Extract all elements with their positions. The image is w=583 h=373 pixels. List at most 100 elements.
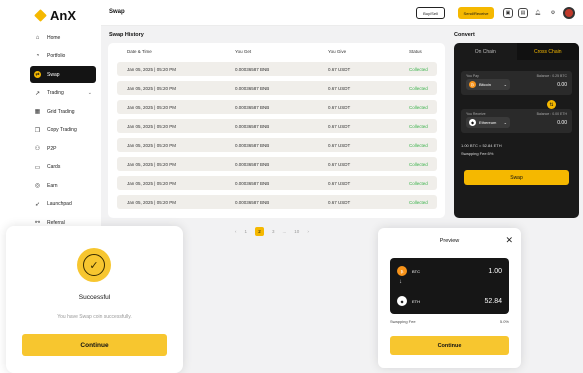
sidebar-item-label: Portfolio	[47, 53, 66, 59]
exchange-rate: 1.00 BTC = 52.84 ETH	[461, 143, 502, 148]
swap-history-title: Swap History	[109, 32, 144, 38]
success-continue-button[interactable]: Continue	[22, 334, 167, 356]
ethereum-icon: ◆	[397, 296, 407, 306]
table-row[interactable]: Jan 05, 2025 | 05:20 PM 0.00036587 BNB 0.6…	[117, 119, 437, 133]
cell-you-give: 0.67 USDT	[328, 162, 351, 167]
ethereum-icon: ◆	[469, 119, 476, 126]
brand-logo[interactable]: AnX	[34, 8, 76, 23]
preview-fee-value: 5.0%	[499, 319, 509, 324]
table-row[interactable]: Jan 05, 2025 | 05:20 PM 0.00036587 BNB 0.6…	[117, 138, 437, 152]
table-row[interactable]: Jan 05, 2025 | 05:20 PM 0.00036587 BNB 0.6…	[117, 195, 437, 209]
home-icon: ⌂	[35, 34, 40, 41]
preview-title: Preview	[439, 238, 460, 244]
cell-date: Jan 05, 2025 | 05:20 PM	[127, 200, 176, 205]
sidebar-item-p2p[interactable]: ⚇ P2P	[30, 140, 96, 157]
brand-name: AnX	[50, 8, 76, 23]
cell-you-give: 0.67 USDT	[328, 105, 351, 110]
sidebar-item-launchpad[interactable]: ➶ Launchpad	[30, 196, 96, 213]
cell-status: Collected	[409, 124, 428, 129]
sidebar-item-swap[interactable]: ⇄ Swap	[30, 66, 96, 83]
cell-date: Jan 05, 2025 | 05:20 PM	[127, 105, 176, 110]
swap-history: Swap History Date & Time You Get You Giv…	[108, 30, 445, 218]
from-amount: 0.00	[557, 82, 567, 88]
pager-page[interactable]: 1	[245, 229, 248, 234]
pager-page[interactable]: ...	[283, 229, 287, 234]
swap-button[interactable]: Swap	[464, 170, 569, 185]
swap-icon: ⇄	[34, 71, 41, 78]
table-row[interactable]: Jan 05, 2025 | 05:20 PM 0.00036587 BNB 0.6…	[117, 157, 437, 171]
from-coin-select[interactable]: ₿ Bitcoin ⌄	[466, 79, 510, 90]
to-coin-select[interactable]: ◆ Ethereum ⌄	[466, 117, 510, 128]
sidebar-item-grid-trading[interactable]: ▦ Grid Trading	[30, 103, 96, 120]
buy-sell-button[interactable]: Buy/Sell	[416, 7, 445, 19]
cell-you-get: 0.00036587 BNB	[235, 105, 270, 110]
sidebar-item-earn[interactable]: ◎ Earn	[30, 177, 96, 194]
sidebar-item-trading[interactable]: ↗ Trading ⌄	[30, 85, 96, 102]
preview-to-row: ◆ ETH 52.84	[397, 295, 502, 307]
preview-from-symbol: BTC	[412, 268, 420, 274]
cell-you-get: 0.00036587 BNB	[235, 86, 270, 91]
pager-next-button[interactable]: ›	[307, 229, 309, 234]
col-you-give: You Give	[328, 49, 347, 54]
table-row[interactable]: Jan 05, 2025 | 05:20 PM 0.00036587 BNB 0.6…	[117, 176, 437, 190]
tab-on-chain[interactable]: On Chain	[454, 43, 517, 60]
you-pay-label: You Pay	[466, 74, 479, 78]
col-you-get: You Get	[235, 49, 252, 54]
sidebar-item-label: Home	[47, 34, 61, 41]
col-date: Date & Time	[127, 49, 152, 54]
sidebar-item-portfolio[interactable]: ◔ Portfolio	[30, 48, 96, 65]
table-row[interactable]: Jan 05, 2025 | 05:20 PM 0.00036587 BNB 0.6…	[117, 100, 437, 114]
cell-status: Collected	[409, 86, 428, 91]
pager-page[interactable]: 3	[272, 229, 275, 234]
tab-cross-chain[interactable]: Cross Chain	[516, 43, 579, 60]
bitcoin-icon: ₿	[397, 266, 407, 276]
gear-icon[interactable]: ⚙	[548, 8, 558, 18]
cell-you-get: 0.00036587 BNB	[235, 124, 270, 129]
cell-you-get: 0.00036587 BNB	[235, 200, 270, 205]
arrow-down-icon: ↓	[399, 279, 402, 285]
app: AnX ⌂ Home ◔ Portfolio ⇄ Swap ↗ Trading ⌄ ▦ Grid T…	[0, 0, 583, 373]
document-icon[interactable]: ▤	[518, 8, 528, 18]
close-icon[interactable]: ✕	[505, 235, 513, 246]
bitcoin-icon: ₿	[469, 81, 476, 88]
sidebar-item-label: Referral	[47, 219, 65, 226]
preview-to-amount: 52.84	[484, 297, 502, 305]
success-badge: ✓	[77, 248, 111, 282]
cell-date: Jan 05, 2025 | 05:20 PM	[127, 181, 176, 186]
cell-date: Jan 05, 2025 | 05:20 PM	[127, 67, 176, 72]
you-receive-label: You Receive	[466, 112, 486, 116]
sidebar-item-copy-trading[interactable]: ❐ Copy Trading	[30, 122, 96, 139]
pager-page[interactable]: 10	[294, 229, 299, 234]
you-receive-field[interactable]: You Receive Balance : 0.00 ETH ◆ Ethereu…	[461, 109, 572, 133]
sidebar-item-label: Cards	[47, 164, 61, 170]
table-row[interactable]: Jan 05, 2025 | 05:20 PM 0.00036587 BNB 0.6…	[117, 62, 437, 76]
sidebar-item-home[interactable]: ⌂ Home	[30, 29, 96, 46]
cell-date: Jan 05, 2025 | 05:20 PM	[127, 86, 176, 91]
wallet-icon[interactable]: ▣	[503, 8, 513, 18]
cell-status: Collected	[409, 200, 428, 205]
cell-date: Jan 05, 2025 | 05:20 PM	[127, 162, 176, 167]
col-status: Status	[409, 49, 422, 54]
avatar[interactable]	[563, 7, 575, 19]
cell-you-get: 0.00036587 BNB	[235, 143, 270, 148]
pager-prev-button[interactable]: ‹	[235, 229, 237, 234]
sidebar-item-cards[interactable]: ▭ Cards	[30, 159, 96, 176]
table-row[interactable]: Jan 05, 2025 | 05:20 PM 0.00036587 BNB 0.6…	[117, 81, 437, 95]
preview-summary: ₿ BTC 1.00 ↓ ◆ ETH 52.84	[390, 258, 509, 314]
swap-history-table: Date & Time You Get You Give Status Jan …	[108, 43, 445, 218]
convert-tabs: On Chain Cross Chain	[454, 43, 579, 60]
sidebar-item-label: Trading	[47, 90, 64, 96]
you-pay-field[interactable]: You Pay Balance : 0.25 BTC ₿ Bitcoin ⌄ 0…	[461, 71, 572, 95]
chart-icon: ↗	[34, 90, 41, 97]
table-header: Date & Time You Get You Give Status	[108, 43, 445, 59]
sidebar-item-label: Launchpad	[47, 201, 72, 207]
cell-status: Collected	[409, 162, 428, 167]
preview-continue-button[interactable]: Continue	[390, 336, 509, 355]
success-title: Successful	[78, 294, 111, 301]
send-receive-button[interactable]: Send/Receive	[458, 7, 494, 19]
sidebar-item-label: P2P	[47, 145, 57, 152]
swap-direction-icon[interactable]: ⇅	[547, 100, 556, 109]
chevron-down-icon: ⌄	[87, 90, 92, 96]
pager-page[interactable]: 2	[255, 227, 265, 236]
bell-icon[interactable]: 🔔︎	[533, 8, 543, 18]
